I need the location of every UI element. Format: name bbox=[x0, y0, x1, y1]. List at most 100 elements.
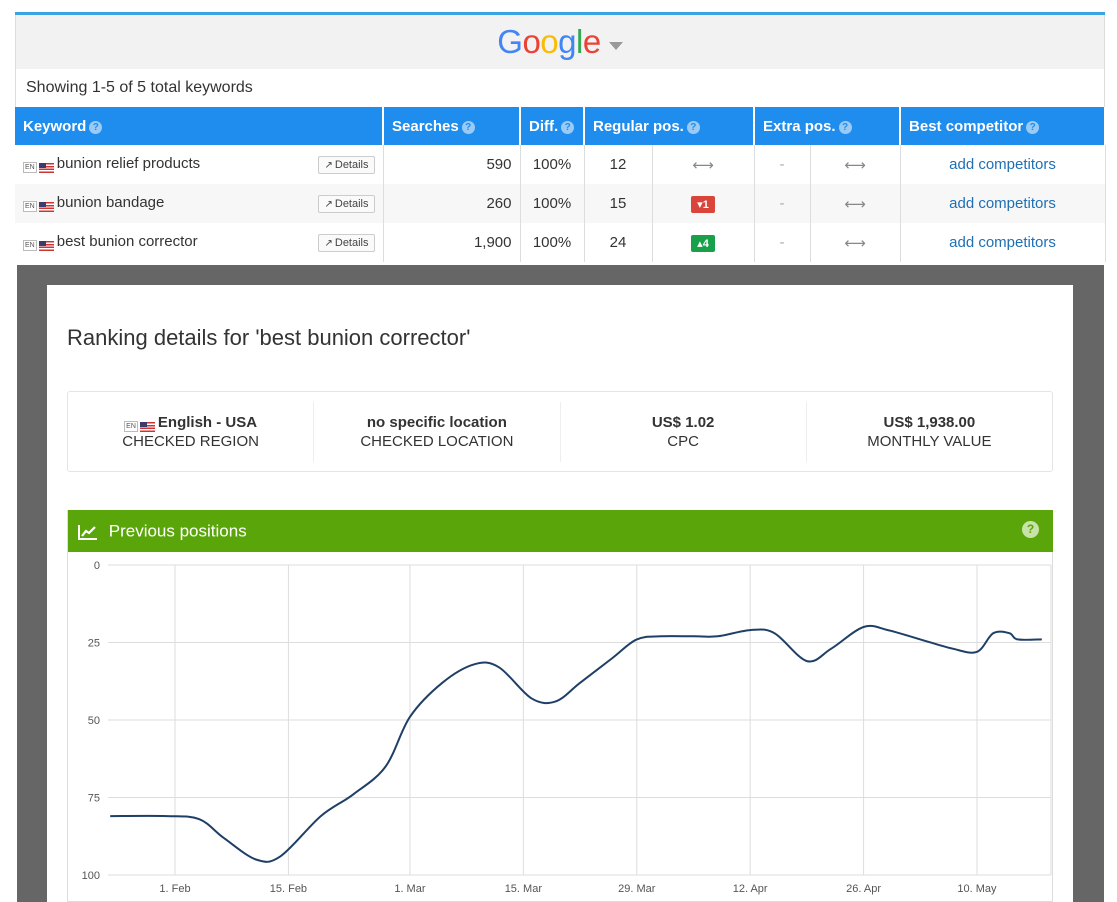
extra-pos-cell: - bbox=[754, 145, 811, 184]
extra-change-cell: ⟷ bbox=[810, 145, 901, 184]
y-tick-label: 0 bbox=[94, 560, 100, 572]
logo-letter: e bbox=[582, 23, 601, 60]
info-label: CPC bbox=[667, 433, 699, 450]
details-button[interactable]: ↗ Details bbox=[318, 234, 375, 252]
help-icon[interactable]: ? bbox=[686, 120, 700, 134]
regular-pos-cell: 15 bbox=[584, 184, 653, 223]
logo-letter: l bbox=[576, 23, 583, 60]
us-flag-icon bbox=[38, 240, 54, 251]
regular-change-cell: ▾1 bbox=[652, 184, 755, 223]
no-change-icon: ⟷ bbox=[692, 156, 714, 174]
position-series-line bbox=[110, 624, 1042, 863]
language-flag: EN bbox=[23, 240, 54, 251]
language-flag: EN bbox=[23, 162, 54, 173]
search-engine-selector[interactable]: Google bbox=[15, 15, 1105, 69]
x-tick-label: 15. Feb bbox=[270, 883, 307, 895]
google-logo: Google bbox=[497, 23, 601, 61]
logo-letter: o bbox=[540, 23, 559, 60]
language-tag: EN bbox=[23, 162, 37, 173]
info-cell: no specific location CHECKED LOCATION bbox=[314, 402, 561, 462]
table-row: EN best bunion corrector ↗ Details 1,900 100%… bbox=[15, 223, 1106, 262]
y-tick-label: 50 bbox=[88, 715, 100, 727]
col-header-diff[interactable]: Diff.? bbox=[520, 107, 585, 145]
help-icon[interactable]: ? bbox=[561, 120, 575, 134]
ranking-details-modal: Ranking details for 'best bunion correct… bbox=[47, 285, 1073, 902]
info-value: no specific location bbox=[366, 414, 507, 431]
language-tag: EN bbox=[23, 240, 37, 251]
info-value-line: no specific location bbox=[367, 413, 507, 432]
x-tick-label: 15. Mar bbox=[505, 883, 543, 895]
help-icon[interactable]: ? bbox=[838, 120, 852, 134]
details-button[interactable]: ↗ Details bbox=[318, 195, 375, 213]
regular-change-cell: ▴4 bbox=[652, 223, 755, 262]
keyword-cell: EN bunion relief products ↗ Details bbox=[15, 145, 384, 184]
keyword-cell: EN best bunion corrector ↗ Details bbox=[15, 223, 384, 262]
add-competitors-link[interactable]: add competitors bbox=[900, 184, 1106, 223]
info-label: MONTHLY VALUE bbox=[867, 432, 992, 450]
add-competitors-link[interactable]: add competitors bbox=[900, 145, 1106, 184]
y-tick-label: 100 bbox=[82, 870, 100, 882]
x-tick-label: 1. Feb bbox=[159, 883, 190, 895]
position-down-badge: ▾1 bbox=[691, 195, 715, 213]
chart-header: Previous positions ? bbox=[68, 510, 1053, 552]
line-chart-icon: ↗ bbox=[324, 199, 333, 210]
help-icon[interactable]: ? bbox=[461, 120, 475, 134]
regular-pos-cell: 24 bbox=[584, 223, 653, 262]
modal-title: Ranking details for 'best bunion correct… bbox=[67, 325, 471, 350]
extra-change-cell: ⟷ bbox=[810, 223, 901, 262]
info-label: CHECKED LOCATION bbox=[360, 433, 514, 450]
x-tick-label: 26. Apr bbox=[846, 883, 881, 895]
language-tag: EN bbox=[23, 201, 37, 212]
col-header-regular-pos[interactable]: Regular pos.? bbox=[584, 107, 756, 145]
help-icon[interactable]: ? bbox=[1022, 521, 1039, 538]
diff-cell: 100% bbox=[520, 223, 585, 262]
diff-cell: 100% bbox=[520, 184, 585, 223]
line-chart-icon: ↗ bbox=[324, 238, 333, 249]
keyword-text: bunion relief products bbox=[56, 155, 201, 172]
info-cell: EN English - USA CHECKED REGION bbox=[68, 402, 315, 462]
info-label: CHECKED REGION bbox=[122, 433, 259, 450]
keyword-text: bunion bandage bbox=[56, 194, 165, 211]
info-value: English - USA bbox=[157, 414, 258, 431]
add-competitors-link[interactable]: add competitors bbox=[900, 223, 1106, 262]
x-tick-label: 12. Apr bbox=[733, 883, 768, 895]
keyword-text: best bunion corrector bbox=[56, 233, 198, 250]
app-root: Google Showing 1-5 of 5 total keywords K… bbox=[0, 0, 1117, 902]
col-header-best-competitor[interactable]: Best competitor? bbox=[900, 107, 1107, 145]
info-value-line: EN English - USA bbox=[124, 413, 257, 432]
logo-letter: o bbox=[522, 23, 541, 60]
col-header-keyword[interactable]: Keyword? bbox=[15, 107, 384, 145]
help-icon[interactable]: ? bbox=[1026, 120, 1040, 134]
info-value-line: US$ 1.02 bbox=[652, 413, 715, 432]
help-icon[interactable]: ? bbox=[89, 120, 103, 134]
y-tick-label: 25 bbox=[88, 638, 100, 650]
regular-change-cell: ⟷ bbox=[652, 145, 755, 184]
keyword-count-text: Showing 1-5 of 5 total keywords bbox=[15, 69, 1105, 107]
x-tick-label: 29. Mar bbox=[618, 883, 656, 895]
col-header-searches[interactable]: Searches? bbox=[383, 107, 521, 145]
table-row: EN bunion bandage ↗ Details 260 100% 15 ▾1 - ⟷ add… bbox=[15, 184, 1106, 223]
no-change-icon: ⟷ bbox=[844, 234, 866, 252]
keyword-info-box: EN English - USA CHECKED REGION no specific… bbox=[67, 391, 1053, 472]
us-flag-icon bbox=[38, 201, 54, 212]
searches-cell: 260 bbox=[383, 184, 521, 223]
line-chart-icon: ↗ bbox=[324, 160, 333, 171]
chevron-down-icon[interactable] bbox=[608, 42, 623, 50]
us-flag-icon bbox=[139, 421, 155, 432]
no-change-icon: ⟷ bbox=[844, 156, 866, 174]
keyword-cell: EN bunion bandage ↗ Details bbox=[15, 184, 384, 223]
info-value-line: US$ 1,938.00 bbox=[884, 413, 976, 432]
positions-chart: 0 25 50 75 100 1. Feb 15. Feb 1. Mar 15. Mar 29. … bbox=[82, 560, 1052, 895]
y-tick-label: 75 bbox=[88, 793, 100, 805]
col-header-extra-pos[interactable]: Extra pos.? bbox=[754, 107, 902, 145]
searches-cell: 1,900 bbox=[383, 223, 521, 262]
info-cell: US$ 1.02 CPC bbox=[561, 402, 807, 462]
details-button[interactable]: ↗ Details bbox=[318, 156, 375, 174]
x-tick-label: 10. May bbox=[957, 883, 997, 895]
keyword-table: Keyword? Searches? Diff.? Regular pos.? … bbox=[15, 107, 1107, 262]
chart-title: Previous positions bbox=[108, 521, 247, 541]
extra-pos-cell: - bbox=[754, 184, 811, 223]
regular-pos-cell: 12 bbox=[584, 145, 653, 184]
us-flag-icon bbox=[38, 162, 54, 173]
info-value: US$ 1.02 bbox=[651, 414, 715, 431]
